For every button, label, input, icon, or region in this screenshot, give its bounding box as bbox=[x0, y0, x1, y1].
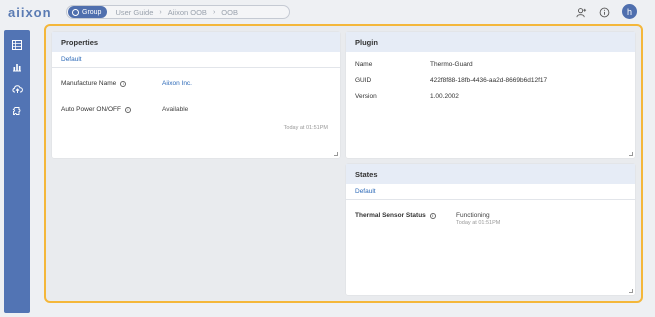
group-icon bbox=[72, 8, 79, 16]
properties-tab-row: Default bbox=[52, 52, 340, 68]
resize-handle-icon[interactable] bbox=[334, 152, 338, 156]
plugin-panel: Plugin Name Thermo-Guard GUID 422f8f88-1… bbox=[346, 32, 635, 158]
plugin-panel-title: Plugin bbox=[346, 32, 635, 52]
breadcrumb-separator-icon: › bbox=[212, 8, 216, 16]
properties-panel-title: Properties bbox=[52, 32, 340, 52]
states-tab-default[interactable]: Default bbox=[355, 188, 376, 195]
plugin-icon[interactable] bbox=[11, 105, 23, 117]
plugin-label: Name bbox=[355, 61, 373, 68]
resize-handle-icon[interactable] bbox=[629, 152, 633, 156]
info-icon[interactable] bbox=[598, 6, 610, 18]
brand-logo[interactable]: aiixon bbox=[8, 5, 52, 20]
states-tab-row: Default bbox=[346, 184, 635, 200]
state-label: Thermal Sensor Status bbox=[355, 212, 426, 219]
state-timestamp: Today at 01:51PM bbox=[456, 220, 501, 226]
states-panel: States Default Thermal Sensor Status i F… bbox=[346, 164, 635, 295]
breadcrumb-group-label: Group bbox=[82, 8, 102, 16]
property-value-link[interactable]: Aiixon Inc. bbox=[162, 80, 192, 87]
cloud-upload-icon[interactable] bbox=[11, 83, 23, 95]
breadcrumb: Group User Guide › Aiixon OOB › OOB bbox=[66, 5, 290, 19]
plugin-label: GUID bbox=[355, 77, 372, 84]
plugin-value: 422f8f88-18fb-4436-aa2d-8669b6d12f17 bbox=[430, 77, 548, 84]
breadcrumb-item-aiixon-oob[interactable]: Aiixon OOB bbox=[168, 8, 207, 17]
breadcrumb-group-chip[interactable]: Group bbox=[68, 6, 108, 18]
state-value: Functioning bbox=[456, 212, 490, 219]
properties-panel: Properties Default Manufacture Name i Ai… bbox=[52, 32, 340, 158]
user-avatar[interactable]: h bbox=[622, 4, 637, 19]
breadcrumb-item-oob[interactable]: OOB bbox=[221, 8, 238, 17]
breadcrumb-item-user-guide[interactable]: User Guide bbox=[115, 8, 153, 17]
info-icon[interactable]: i bbox=[124, 106, 131, 113]
breadcrumb-separator-icon: › bbox=[159, 8, 162, 16]
property-value: Available bbox=[162, 106, 189, 113]
property-label: Manufacture Name bbox=[61, 80, 117, 87]
plugin-value: 1.00.2002 bbox=[430, 93, 459, 100]
chart-icon[interactable] bbox=[11, 61, 23, 73]
property-label: Auto Power ON/OFF bbox=[61, 106, 121, 113]
user-add-icon[interactable] bbox=[575, 6, 587, 18]
sidebar bbox=[4, 30, 30, 313]
plugin-label: Version bbox=[355, 93, 377, 100]
plugin-value: Thermo-Guard bbox=[430, 61, 473, 68]
resize-handle-icon[interactable] bbox=[629, 289, 633, 293]
main-content-frame: Properties Default Manufacture Name i Ai… bbox=[44, 24, 643, 303]
info-icon[interactable]: i bbox=[120, 80, 127, 87]
dashboard-icon[interactable] bbox=[11, 39, 23, 51]
properties-tab-default[interactable]: Default bbox=[61, 56, 82, 63]
states-panel-title: States bbox=[346, 164, 635, 184]
info-icon[interactable]: i bbox=[429, 212, 436, 219]
top-bar: aiixon Group User Guide › Aiixon OOB › O… bbox=[0, 0, 655, 24]
properties-timestamp: Today at 01:51PM bbox=[283, 125, 328, 131]
